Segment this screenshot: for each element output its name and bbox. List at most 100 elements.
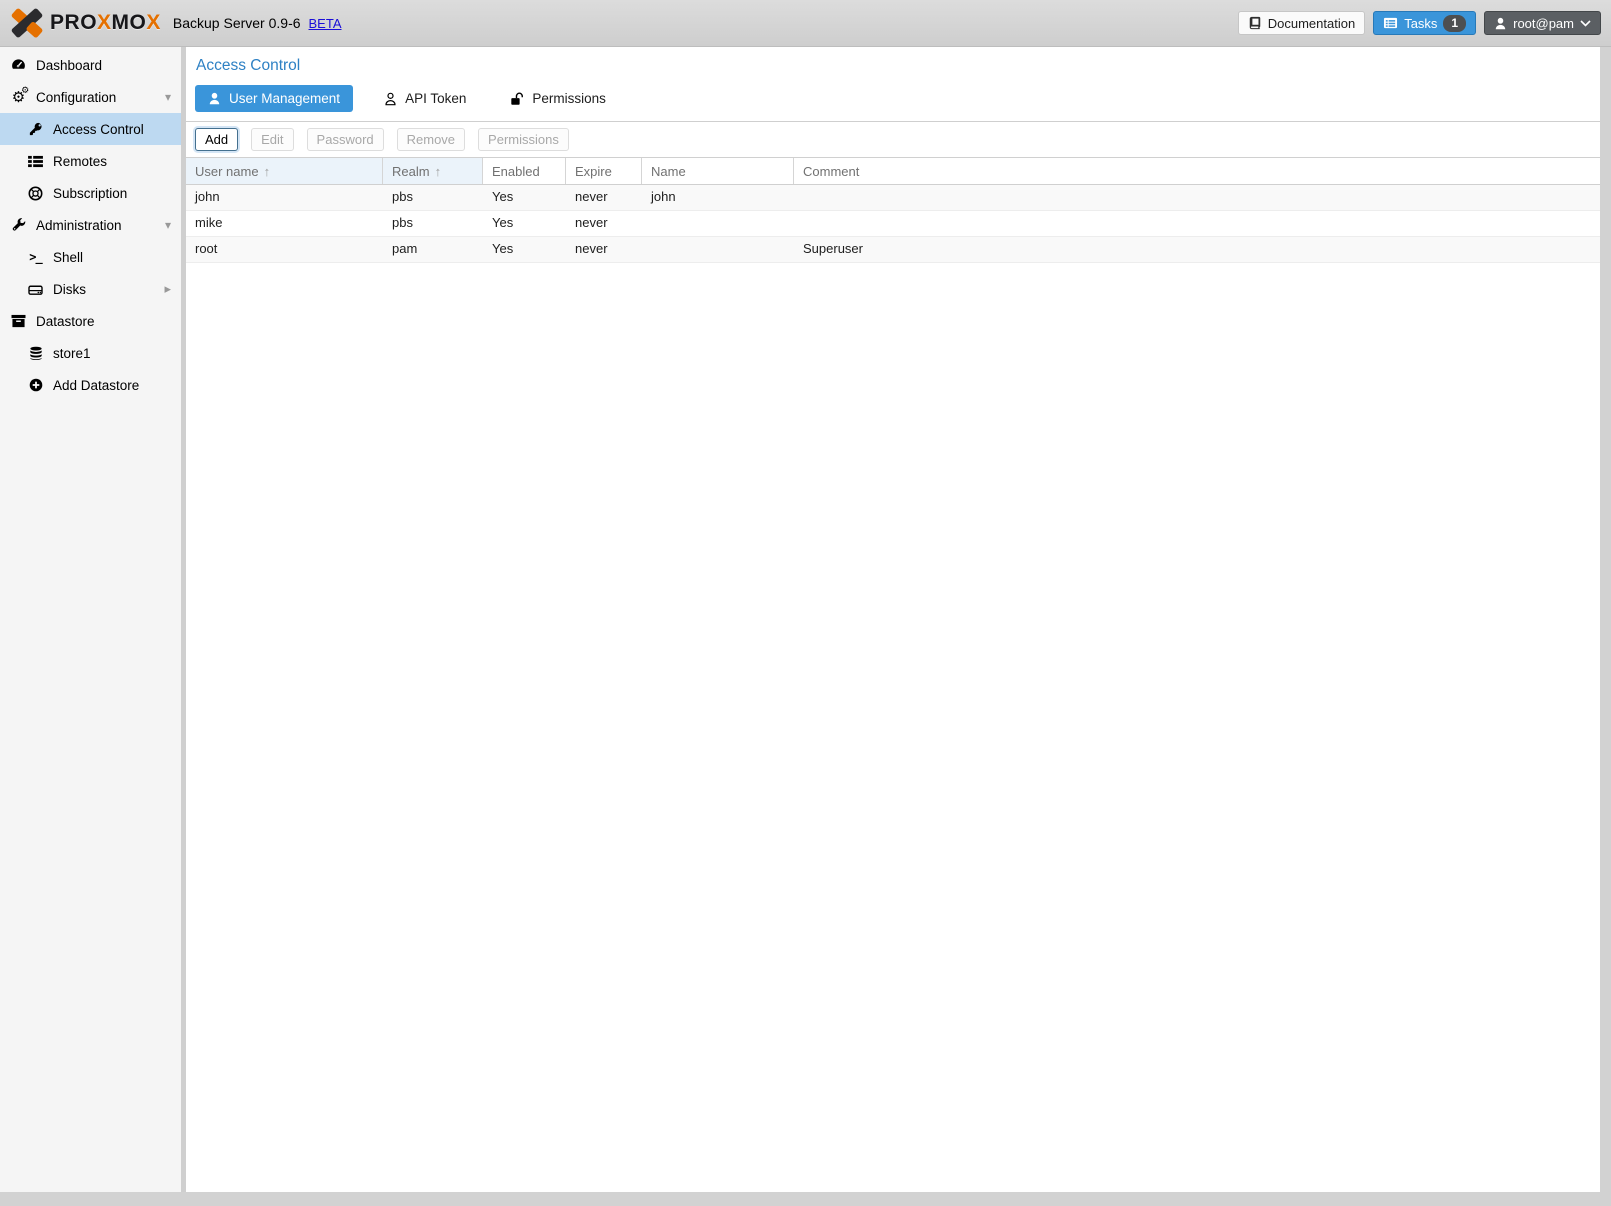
brand-wordmark: PROXMOX bbox=[50, 11, 161, 35]
sidebar-item-label: Disks bbox=[53, 282, 86, 297]
cell-name bbox=[642, 237, 794, 262]
tachometer-icon bbox=[10, 58, 27, 73]
cell-enabled: Yes bbox=[483, 185, 566, 210]
gears-icon: ⚙⚙ bbox=[10, 90, 27, 105]
page-title: Access Control bbox=[186, 47, 1600, 82]
task-list-icon bbox=[1383, 16, 1398, 30]
documentation-label: Documentation bbox=[1268, 16, 1355, 31]
user-menu-button[interactable]: root@pam bbox=[1484, 11, 1601, 35]
cell-expire: never bbox=[566, 211, 642, 236]
cell-comment: Superuser bbox=[794, 237, 1600, 262]
remove-button[interactable]: Remove bbox=[397, 128, 465, 151]
sidebar-item-add-datastore[interactable]: Add Datastore bbox=[0, 369, 181, 401]
cell-realm: pam bbox=[383, 237, 483, 262]
add-button[interactable]: Add bbox=[195, 128, 238, 151]
sidebar-item-label: Dashboard bbox=[36, 58, 102, 73]
tasks-count-badge: 1 bbox=[1443, 15, 1466, 32]
sidebar-item-remotes[interactable]: Remotes bbox=[0, 145, 181, 177]
sidebar-item-dashboard[interactable]: Dashboard bbox=[0, 49, 181, 81]
cell-username: root bbox=[186, 237, 383, 262]
book-icon bbox=[1248, 16, 1262, 30]
sidebar-item-label: Access Control bbox=[53, 122, 144, 137]
column-header-enabled[interactable]: Enabled bbox=[483, 158, 566, 184]
cell-expire: never bbox=[566, 185, 642, 210]
sidebar-item-store1[interactable]: store1 bbox=[0, 337, 181, 369]
password-button[interactable]: Password bbox=[307, 128, 384, 151]
user-solid-icon bbox=[208, 92, 221, 105]
beta-link[interactable]: BETA bbox=[309, 16, 342, 31]
database-icon bbox=[27, 346, 44, 360]
documentation-button[interactable]: Documentation bbox=[1238, 11, 1365, 35]
sidebar-item-label: Administration bbox=[36, 218, 122, 233]
user-menu-label: root@pam bbox=[1513, 16, 1574, 31]
expand-caret-icon[interactable]: ▸ bbox=[164, 281, 171, 297]
column-header-realm[interactable]: Realm ↑ bbox=[383, 158, 483, 184]
table-row-john[interactable]: john pbs Yes never john bbox=[186, 185, 1600, 211]
tab-label: API Token bbox=[405, 91, 466, 106]
user-outline-icon bbox=[384, 92, 397, 106]
column-header-expire[interactable]: Expire bbox=[566, 158, 642, 184]
top-bar: PROXMOX Backup Server 0.9-6 BETA Documen… bbox=[0, 0, 1611, 47]
cell-realm: pbs bbox=[383, 185, 483, 210]
column-header-name[interactable]: Name bbox=[642, 158, 794, 184]
tab-label: User Management bbox=[229, 91, 340, 106]
archive-box-icon bbox=[10, 314, 27, 328]
sidebar-item-configuration[interactable]: ⚙⚙ Configuration ▾ bbox=[0, 81, 181, 113]
sidebar-item-label: Subscription bbox=[53, 186, 127, 201]
sidebar-item-access-control[interactable]: Access Control bbox=[0, 113, 181, 145]
table-header-row: User name ↑ Realm ↑ Enabled Expire Name … bbox=[186, 158, 1600, 185]
product-version: Backup Server 0.9-6 bbox=[173, 15, 301, 31]
cell-comment bbox=[794, 185, 1600, 210]
sidebar-item-administration[interactable]: Administration ▾ bbox=[0, 209, 181, 241]
column-header-username[interactable]: User name ↑ bbox=[186, 158, 383, 184]
key-icon bbox=[27, 122, 44, 136]
tab-api-token[interactable]: API Token bbox=[371, 85, 479, 112]
life-ring-icon bbox=[27, 186, 44, 201]
collapse-caret-icon[interactable]: ▾ bbox=[165, 218, 171, 232]
main-panel: Access Control User Management API Token… bbox=[186, 47, 1600, 1192]
tab-permissions[interactable]: Permissions bbox=[497, 85, 619, 112]
users-table: User name ↑ Realm ↑ Enabled Expire Name … bbox=[186, 157, 1600, 263]
sidebar-item-label: Remotes bbox=[53, 154, 107, 169]
hdd-icon bbox=[27, 283, 44, 296]
sidebar-item-label: Configuration bbox=[36, 90, 116, 105]
cell-realm: pbs bbox=[383, 211, 483, 236]
table-row-root[interactable]: root pam Yes never Superuser bbox=[186, 237, 1600, 263]
cell-name bbox=[642, 211, 794, 236]
column-header-comment[interactable]: Comment bbox=[794, 158, 1600, 184]
tab-label: Permissions bbox=[532, 91, 606, 106]
edit-button[interactable]: Edit bbox=[251, 128, 293, 151]
sidebar-item-label: Shell bbox=[53, 250, 83, 265]
cell-username: mike bbox=[186, 211, 383, 236]
terminal-icon: >_ bbox=[27, 250, 44, 264]
tasks-label: Tasks bbox=[1404, 16, 1437, 31]
server-list-icon bbox=[27, 155, 44, 168]
sidebar-item-shell[interactable]: >_ Shell bbox=[0, 241, 181, 273]
proxmox-logo-icon bbox=[10, 8, 44, 38]
unlock-icon bbox=[510, 92, 524, 106]
proxmox-brand: PROXMOX bbox=[10, 8, 161, 38]
sidebar-item-label: Datastore bbox=[36, 314, 95, 329]
sidebar-item-label: store1 bbox=[53, 346, 91, 361]
user-icon bbox=[1494, 17, 1507, 30]
permissions-button[interactable]: Permissions bbox=[478, 128, 569, 151]
plus-circle-icon bbox=[27, 378, 44, 392]
tasks-button[interactable]: Tasks 1 bbox=[1373, 11, 1476, 35]
sidebar-item-label: Add Datastore bbox=[53, 378, 139, 393]
tab-bar: User Management API Token Permissions bbox=[186, 82, 1600, 122]
tab-user-management[interactable]: User Management bbox=[195, 85, 353, 112]
collapse-caret-icon[interactable]: ▾ bbox=[165, 90, 171, 104]
sidebar-item-datastore[interactable]: Datastore bbox=[0, 305, 181, 337]
cell-username: john bbox=[186, 185, 383, 210]
cell-comment bbox=[794, 211, 1600, 236]
cell-enabled: Yes bbox=[483, 211, 566, 236]
cell-name: john bbox=[642, 185, 794, 210]
sort-asc-icon: ↑ bbox=[264, 159, 271, 184]
wrench-icon bbox=[10, 218, 27, 232]
sidebar-item-subscription[interactable]: Subscription bbox=[0, 177, 181, 209]
table-row-mike[interactable]: mike pbs Yes never bbox=[186, 211, 1600, 237]
sidebar-item-disks[interactable]: Disks ▸ bbox=[0, 273, 181, 305]
cell-expire: never bbox=[566, 237, 642, 262]
sidebar-nav: Dashboard ⚙⚙ Configuration ▾ Access Cont… bbox=[0, 47, 181, 1192]
sort-asc-icon: ↑ bbox=[435, 159, 442, 184]
